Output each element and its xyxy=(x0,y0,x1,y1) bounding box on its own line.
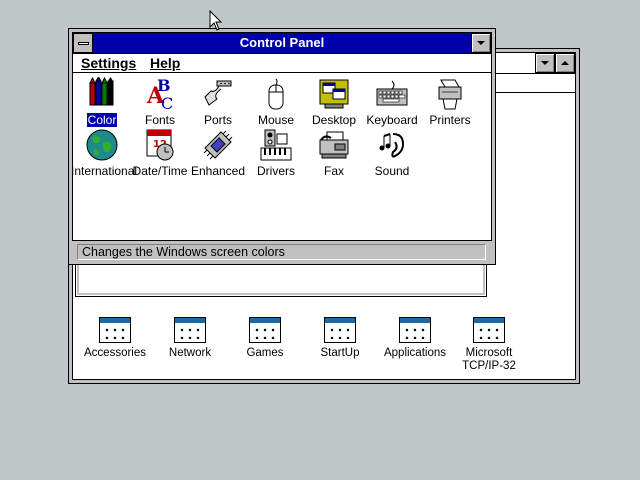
cp-item-printers[interactable]: Printers xyxy=(418,77,482,127)
item-label: Enhanced xyxy=(190,164,246,178)
control-panel-window[interactable]: Control Panel Settings Help Color ABC Fo… xyxy=(68,28,496,265)
cp-item-desktop[interactable]: Desktop xyxy=(302,77,366,127)
group-label: StartUp xyxy=(320,347,360,359)
control-panel-client: Control Panel Settings Help Color ABC Fo… xyxy=(70,32,492,261)
menu-help[interactable]: Help xyxy=(150,54,180,72)
color-icon xyxy=(85,76,119,111)
group-accessories[interactable]: Accessories xyxy=(79,317,151,360)
group-network[interactable]: Network xyxy=(154,317,226,360)
system-menu-icon xyxy=(77,41,89,45)
item-label: Date/Time xyxy=(132,164,188,178)
keyboard-icon xyxy=(375,77,409,111)
svg-text:B: B xyxy=(157,77,171,95)
cp-item-date-time[interactable]: 12 Date/Time xyxy=(128,128,192,178)
cp-item-drivers[interactable]: Drivers xyxy=(244,128,308,178)
group-label: Accessories xyxy=(84,347,146,359)
fax-icon xyxy=(317,128,351,162)
program-group-icon xyxy=(99,317,131,343)
group-microsoft-tcp-ip-32[interactable]: Microsoft TCP/IP-32 xyxy=(454,317,524,373)
window-title: Control Panel xyxy=(239,35,325,50)
control-panel-menubar: Settings Help xyxy=(73,54,491,73)
minimize-button[interactable] xyxy=(471,33,491,53)
item-label: Printers xyxy=(429,113,471,127)
program-group-icon xyxy=(174,317,206,343)
cp-item-fax[interactable]: Fax xyxy=(302,128,366,178)
status-bar: Changes the Windows screen colors xyxy=(72,240,492,261)
date-time-icon: 12 xyxy=(143,128,177,162)
control-panel-titlebar[interactable]: Control Panel xyxy=(73,33,491,54)
printers-icon xyxy=(433,77,467,111)
minimize-icon xyxy=(477,41,485,45)
cp-item-keyboard[interactable]: Keyboard xyxy=(360,77,424,127)
group-applications[interactable]: Applications xyxy=(379,317,451,360)
mouse-pointer-icon xyxy=(209,10,223,31)
item-label: Ports xyxy=(203,113,232,127)
cp-item-international[interactable]: International xyxy=(70,128,137,178)
program-groups: Accessories Network Games StartUp Applic… xyxy=(73,313,516,383)
ports-icon xyxy=(201,77,235,111)
status-text: Changes the Windows screen colors xyxy=(77,244,486,260)
maximize-button[interactable] xyxy=(555,53,575,73)
item-label: Keyboard xyxy=(366,113,418,127)
svg-text:C: C xyxy=(161,94,173,111)
cp-item-mouse[interactable]: Mouse xyxy=(244,77,308,127)
group-startup[interactable]: StartUp xyxy=(304,317,376,360)
minimize-icon xyxy=(541,61,549,65)
menu-settings[interactable]: Settings xyxy=(81,54,136,72)
program-group-icon xyxy=(249,317,281,343)
maximize-icon xyxy=(561,61,569,65)
desktop-icon xyxy=(317,77,351,111)
sound-icon xyxy=(375,128,409,162)
item-label: Mouse xyxy=(257,113,295,127)
cp-item-color[interactable]: Color xyxy=(70,76,134,127)
menu-settings-label: Settings xyxy=(81,55,137,71)
cp-item-ports[interactable]: Ports xyxy=(186,77,250,127)
fonts-icon: ABC xyxy=(143,76,177,113)
minimize-button[interactable] xyxy=(535,53,555,73)
group-games[interactable]: Games xyxy=(229,317,301,360)
item-label: Desktop xyxy=(311,113,357,127)
international-icon xyxy=(85,128,119,162)
cp-item-enhanced[interactable]: Enhanced xyxy=(186,128,250,178)
group-label: Applications xyxy=(383,347,446,359)
item-label: Drivers xyxy=(257,164,295,178)
cp-item-fonts[interactable]: ABC Fonts xyxy=(128,76,192,127)
item-label: Color xyxy=(86,113,118,127)
mouse-icon xyxy=(259,77,293,111)
cp-item-sound[interactable]: Sound xyxy=(360,128,424,178)
group-label: Games xyxy=(246,347,284,359)
system-menu-button[interactable] xyxy=(73,33,93,53)
program-group-icon xyxy=(473,317,505,343)
item-label: Fax xyxy=(323,164,344,178)
program-group-icon xyxy=(324,317,356,343)
menu-help-label: Help xyxy=(150,55,181,71)
control-panel-items: Color ABC Fonts Ports Mouse Desktop Keyb… xyxy=(70,73,491,243)
item-label: Fonts xyxy=(144,113,175,127)
enhanced-icon xyxy=(201,128,235,162)
group-label: Network xyxy=(168,347,212,359)
program-group-icon xyxy=(399,317,431,343)
item-label: Sound xyxy=(374,164,410,178)
group-label: Microsoft TCP/IP-32 xyxy=(462,347,516,372)
drivers-icon xyxy=(259,128,293,162)
